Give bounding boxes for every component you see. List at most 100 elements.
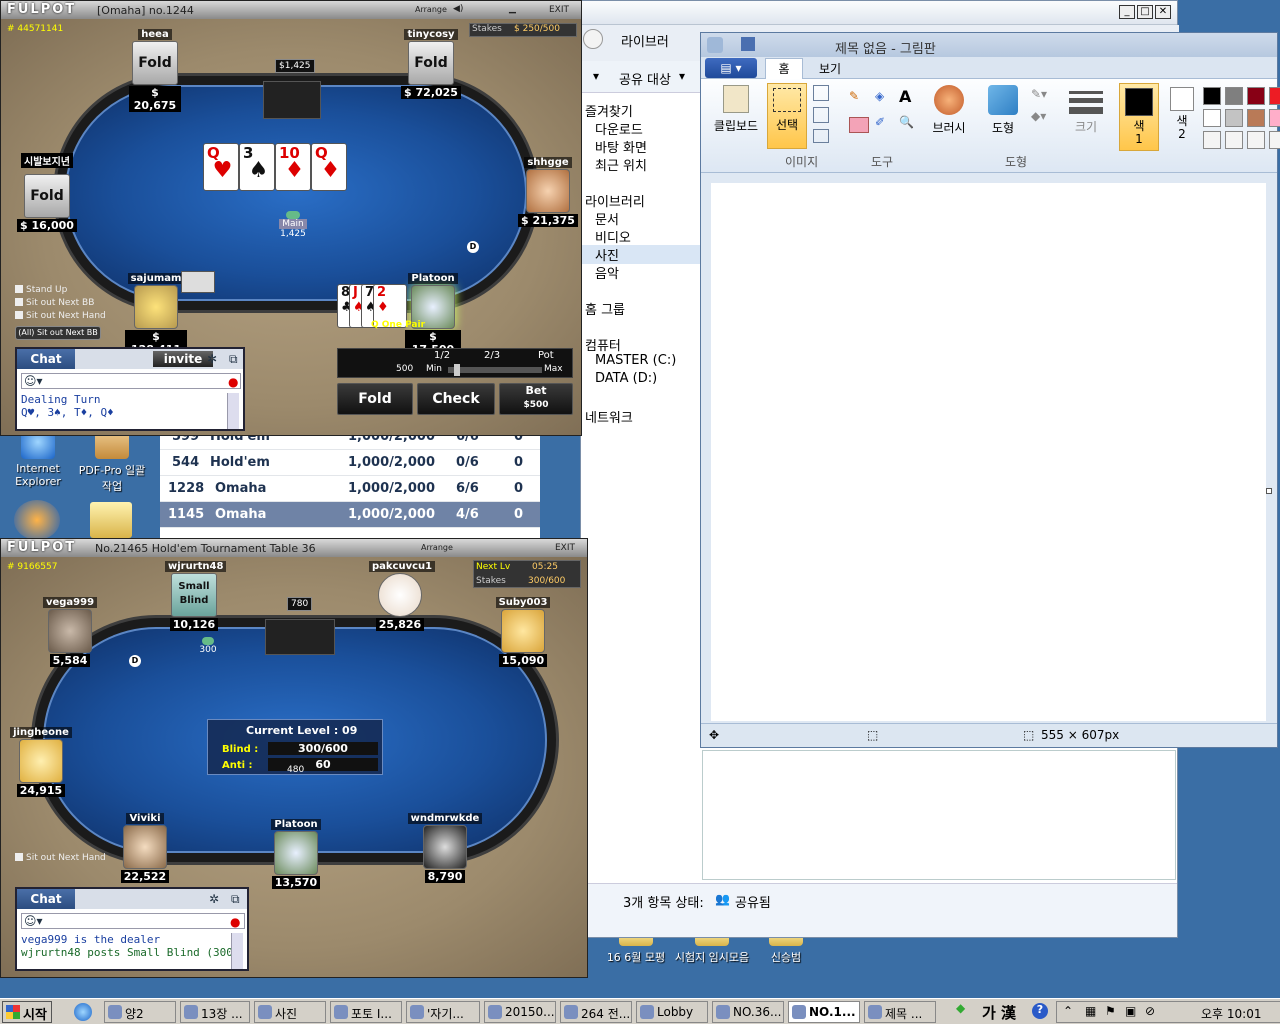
tab-home[interactable]: 홈 <box>765 58 803 79</box>
seat-player-6[interactable]: 시발보지년 Fold $ 16,000 <box>15 153 79 232</box>
fill-style-icon[interactable]: ◆▾ <box>1031 109 1051 125</box>
nav-videos[interactable]: 비디오 <box>595 227 631 246</box>
stand-up-checkbox[interactable]: Stand Up <box>15 285 67 295</box>
language-icon[interactable]: ◆ <box>956 1001 974 1021</box>
ie-quicklaunch-icon[interactable] <box>74 1003 92 1021</box>
palette-swatch-empty[interactable] <box>1247 131 1265 149</box>
palette-swatch[interactable] <box>1225 87 1243 105</box>
volume-muted-icon[interactable]: ⊘ <box>1145 1004 1155 1018</box>
palette-swatch[interactable] <box>1225 109 1243 127</box>
chat-tab[interactable]: Chat <box>17 889 75 909</box>
nav-drive-d[interactable]: DATA (D:) <box>595 371 657 386</box>
palette-swatch-empty[interactable] <box>1269 131 1280 149</box>
seat-viviki[interactable]: Viviki 22,522 <box>117 811 173 883</box>
seat-vega999[interactable]: vega999 5,584 <box>41 595 99 667</box>
nav-recent[interactable]: 최근 위치 <box>595 155 647 174</box>
settings-icon[interactable]: ✲ <box>207 352 217 366</box>
exit-button[interactable]: EXIT <box>549 5 569 15</box>
slider-handle[interactable] <box>454 364 460 376</box>
palette-swatch-empty[interactable] <box>1225 131 1243 149</box>
arrange-button[interactable]: Arrange <box>415 5 447 14</box>
share-menu[interactable]: 공유 대상 <box>619 69 671 88</box>
nav-libraries[interactable]: 라이브러리 <box>585 191 645 210</box>
table-row[interactable]: 544 Hold'em 1,000/2,000 0/6 0 <box>160 450 540 476</box>
ime-indicator[interactable]: 가 漢 <box>982 1002 1016 1023</box>
seat-shhgge[interactable]: shhgge $ 21,375 <box>517 155 579 227</box>
outline-icon[interactable]: ✎▾ <box>1031 87 1051 103</box>
rotate-icon[interactable] <box>813 129 829 143</box>
emoticon-icon[interactable]: ☺▾ <box>24 914 43 928</box>
seat-heea[interactable]: heea Fold $ 20,675 <box>129 27 181 112</box>
sit-out-next-hand-checkbox[interactable]: Sit out Next Hand <box>15 853 106 863</box>
all-sit-out-button[interactable]: (All) Sit out Next BB <box>15 326 101 340</box>
seat-wjrurtn48[interactable]: wjrurtn48 Small Blind 10,126 <box>165 559 227 631</box>
flag-icon[interactable]: ⚑ <box>1105 1004 1116 1018</box>
nav-favorites[interactable]: 즐겨찾기 <box>585 101 633 120</box>
palette-swatch[interactable] <box>1203 87 1221 105</box>
taskbar-button[interactable]: 포토 I... <box>330 1001 402 1023</box>
nav-drive-c[interactable]: MASTER (C:) <box>595 353 676 368</box>
eraser-icon[interactable] <box>849 117 869 133</box>
send-icon[interactable]: ● <box>230 915 240 929</box>
minimize-button[interactable]: _ <box>1119 5 1135 19</box>
taskbar-button[interactable]: '자기... <box>406 1001 480 1023</box>
seat-jingheone[interactable]: jingheone 24,915 <box>9 725 73 797</box>
network-icon[interactable]: ▦ <box>1085 1004 1096 1018</box>
check-button[interactable]: Check <box>417 383 495 415</box>
taskbar-button[interactable]: 제목 ... <box>864 1001 936 1023</box>
palette-swatch[interactable] <box>1247 87 1265 105</box>
taskbar-button[interactable]: 사진 <box>254 1001 326 1023</box>
seat-sajumam[interactable]: sajumam $ 128,411 <box>125 271 187 356</box>
settings-icon[interactable]: ✲ <box>209 892 219 906</box>
seat-pakcuvcu1[interactable]: pakcuvcu1 25,826 <box>369 559 436 631</box>
palette-swatch[interactable] <box>1269 87 1280 105</box>
select-button[interactable]: 선택 <box>767 83 807 149</box>
tab-view[interactable]: 보기 <box>811 60 849 77</box>
bet-slider[interactable] <box>448 367 542 373</box>
chat-scrollbar[interactable] <box>231 933 243 969</box>
table-row[interactable]: 1145 Omaha 1,000/2,000 4/6 0 <box>160 502 540 528</box>
taskbar-button[interactable]: 264 전... <box>560 1001 632 1023</box>
max-button[interactable]: Max <box>544 364 563 374</box>
nav-downloads[interactable]: 다운로드 <box>595 119 643 138</box>
canvas-resize-handle[interactable] <box>1266 488 1272 494</box>
palette-swatch[interactable] <box>1203 109 1221 127</box>
close-button[interactable]: ✕ <box>1155 5 1171 19</box>
popout-icon[interactable]: ⧉ <box>231 892 240 907</box>
hand-id[interactable]: # 44571141 <box>7 24 63 34</box>
maximize-button[interactable]: □ <box>1137 5 1153 19</box>
chevron-down-icon[interactable]: ▾ <box>593 69 599 83</box>
taskbar-button[interactable]: 양2 <box>104 1001 176 1023</box>
color2-button[interactable]: 색 2 <box>1167 87 1197 141</box>
nav-network[interactable]: 네트워크 <box>585 407 633 426</box>
seat-wndmrwkde[interactable]: wndmrwkde 8,790 <box>407 811 483 883</box>
clipboard-group[interactable]: 클립보드 <box>711 85 761 134</box>
hand-id[interactable]: # 9166557 <box>7 562 57 572</box>
help-icon[interactable]: ? <box>1032 1003 1048 1019</box>
table-row[interactable]: 1228 Omaha 1,000/2,000 6/6 0 <box>160 476 540 502</box>
expand-tray-icon[interactable]: ⌃ <box>1063 1004 1073 1018</box>
palette-swatch[interactable] <box>1247 109 1265 127</box>
fold-button[interactable]: Fold <box>337 383 413 415</box>
sit-out-next-bb-checkbox[interactable]: Sit out Next BB <box>15 298 94 308</box>
folder-shortcut-icon[interactable] <box>90 502 132 538</box>
preset-two-thirds[interactable]: 2/3 <box>484 350 500 361</box>
preset-pot[interactable]: Pot <box>538 350 554 361</box>
nav-desktop[interactable]: 바탕 화면 <box>595 137 647 156</box>
min-button[interactable]: Min <box>426 364 442 374</box>
popout-icon[interactable]: ⧉ <box>229 352 238 367</box>
save-icon[interactable] <box>741 37 755 51</box>
crop-icon[interactable] <box>813 85 829 101</box>
palette-swatch[interactable] <box>1269 109 1280 127</box>
nav-music[interactable]: 음악 <box>595 263 619 282</box>
taskbar-button[interactable]: NO.1... <box>788 1001 860 1023</box>
pencil-icon[interactable]: ✎ <box>849 89 869 109</box>
seat-suby003[interactable]: Suby003 15,090 <box>493 595 553 667</box>
taskbar-button[interactable]: NO.36... <box>712 1001 784 1023</box>
seat-platoon[interactable]: Platoon 13,570 <box>265 817 327 889</box>
send-icon[interactable]: ● <box>228 375 238 389</box>
taskbar-button[interactable]: 13장 ... <box>180 1001 250 1023</box>
file-menu-button[interactable]: ▤ ▾ <box>705 58 757 78</box>
address-text[interactable]: 라이브러 <box>621 31 669 50</box>
color1-button[interactable]: 색 1 <box>1119 83 1159 151</box>
